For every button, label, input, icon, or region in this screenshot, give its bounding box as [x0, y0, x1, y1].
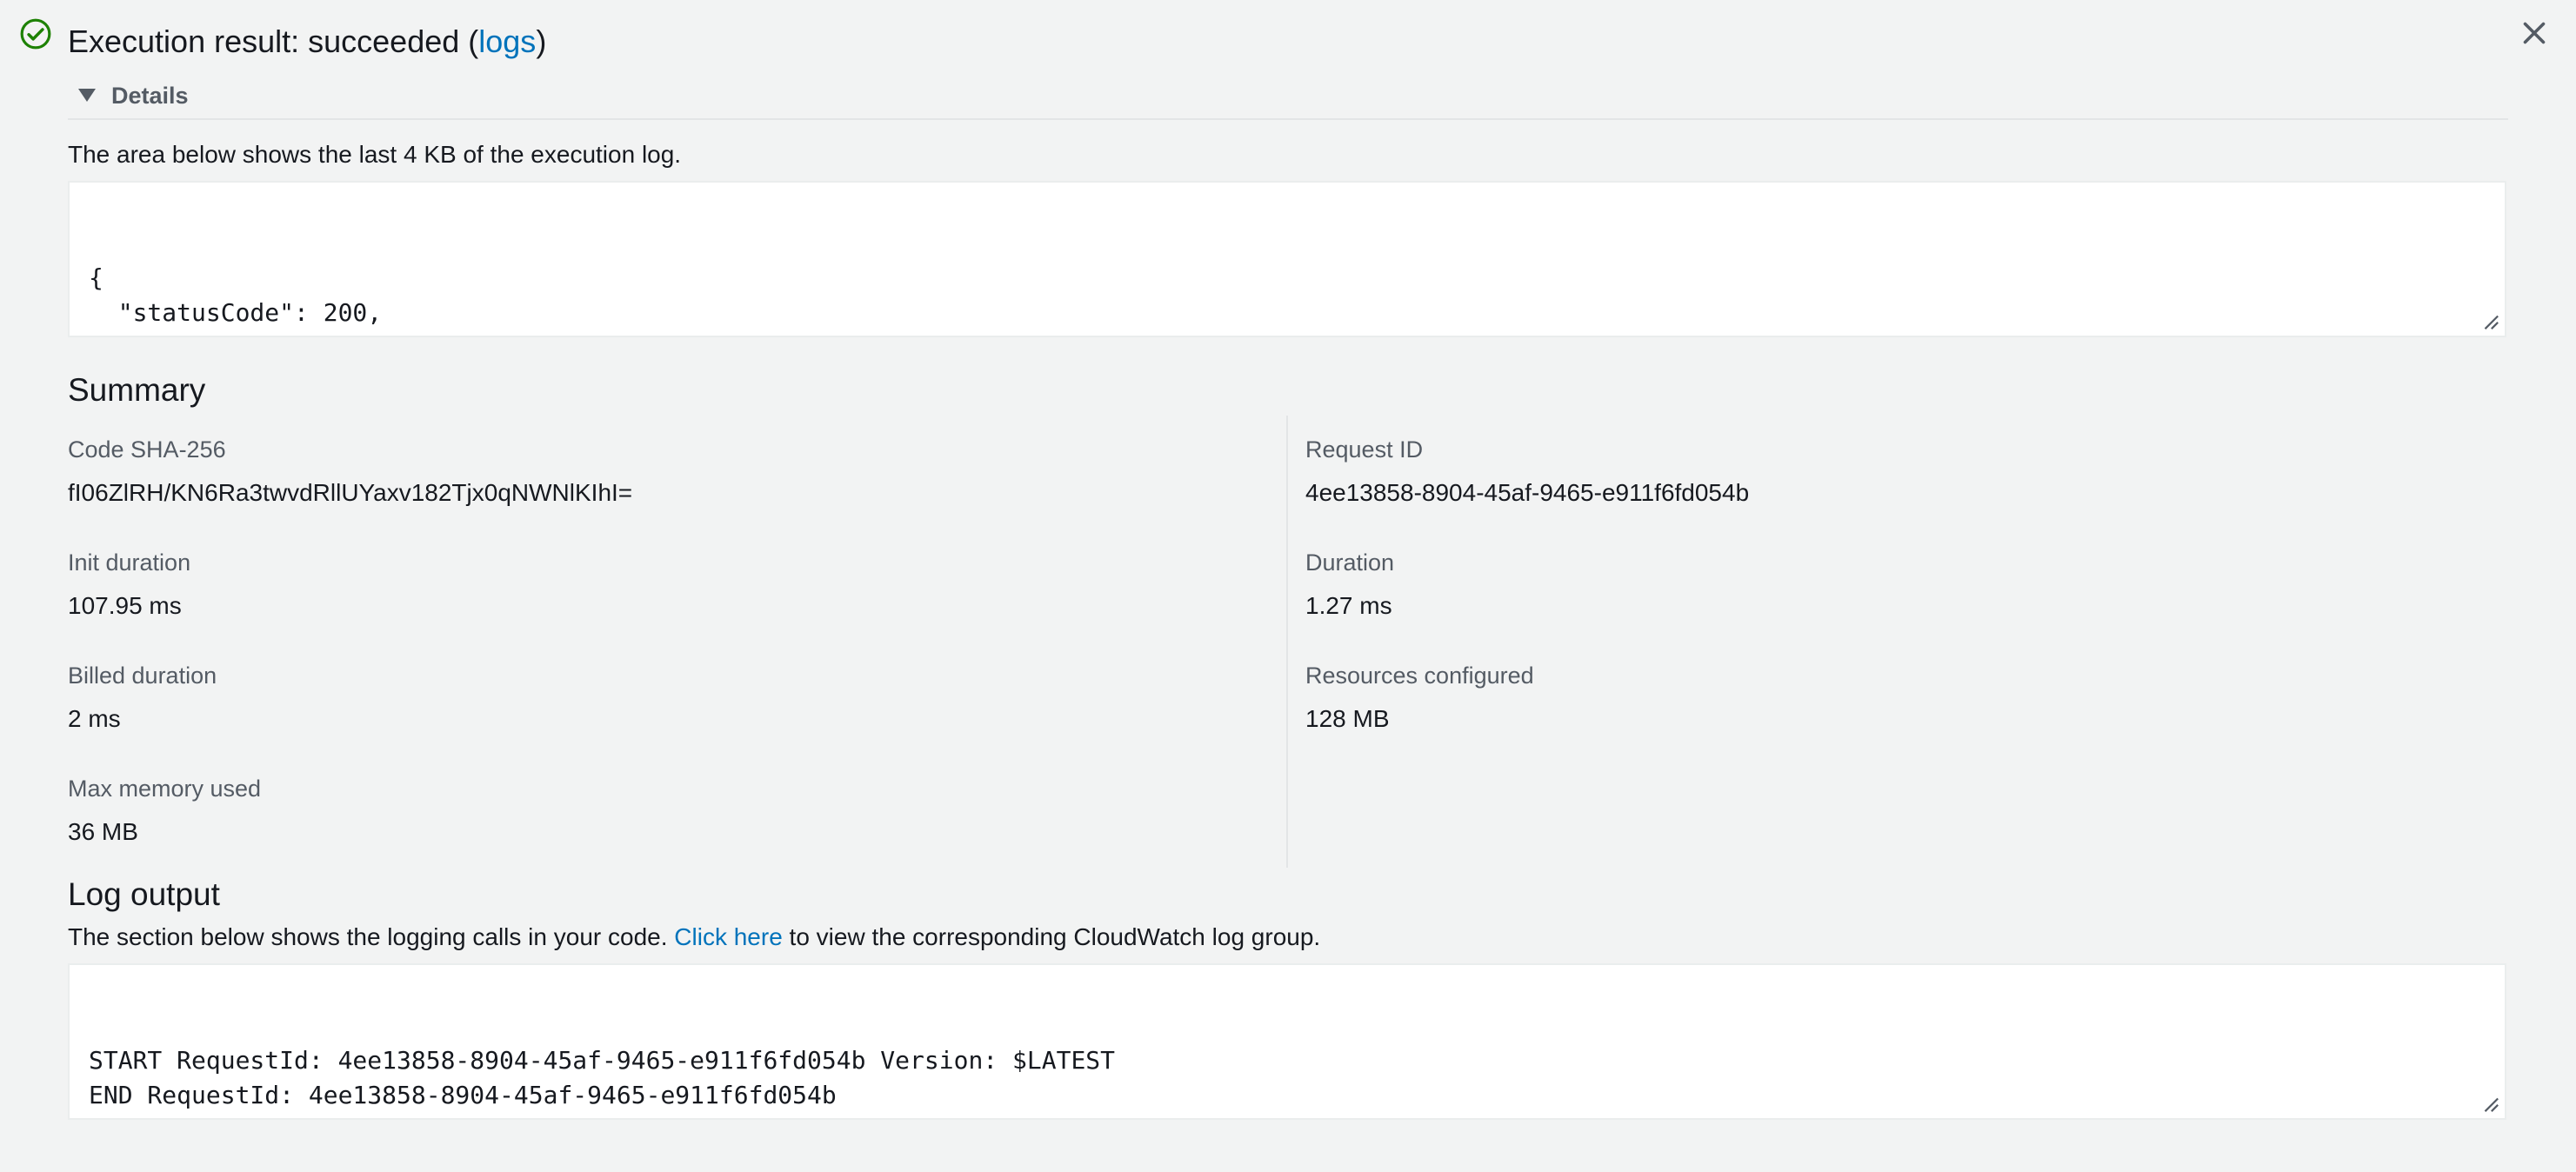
log-line: END RequestId: 4ee13858-8904-45af-9465-e… — [89, 1081, 837, 1109]
title-suffix: ) — [536, 23, 547, 59]
execution-result-textarea[interactable]: { "statusCode": 200, "body": "\"Hello fr… — [68, 181, 2506, 337]
details-note: The area below shows the last 4 KB of th… — [68, 141, 682, 168]
logs-link[interactable]: logs — [478, 23, 536, 59]
max-memory-label: Max memory used — [68, 776, 262, 802]
billed-duration-label: Billed duration — [68, 663, 217, 689]
resize-handle-icon[interactable] — [2480, 311, 2499, 330]
details-label: Details — [111, 82, 189, 109]
log-output-textarea[interactable]: START RequestId: 4ee13858-8904-45af-9465… — [68, 963, 2506, 1120]
log-note-prefix: The section below shows the logging call… — [68, 923, 675, 950]
resize-handle-icon[interactable] — [2480, 1094, 2499, 1113]
log-output-title: Log output — [68, 876, 220, 912]
resources-configured-label: Resources configured — [1305, 663, 1534, 689]
log-text: START RequestId: 4ee13858-8904-45af-9465… — [89, 1043, 2486, 1118]
max-memory-value: 36 MB — [68, 818, 138, 845]
init-duration-value: 107.95 ms — [68, 592, 182, 619]
init-duration-label: Init duration — [68, 549, 191, 576]
log-note-suffix: to view the corresponding CloudWatch log… — [782, 923, 1321, 950]
request-id-label: Request ID — [1305, 436, 1424, 463]
caret-down-icon — [78, 89, 96, 102]
billed-duration-value: 2 ms — [68, 705, 121, 732]
result-text: { "statusCode": 200, "body": "\"Hello fr… — [89, 261, 2486, 336]
cloudwatch-link[interactable]: Click here — [674, 923, 782, 950]
details-divider — [68, 118, 2508, 120]
summary-column-divider — [1286, 416, 1288, 868]
check-circle-icon — [20, 18, 51, 50]
details-toggle[interactable]: Details — [77, 80, 189, 111]
execution-result-title: Execution result: succeeded (logs) — [68, 19, 546, 64]
code-sha-value: fI06ZlRH/KN6Ra3twvdRllUYaxv182Tjx0qNWNlK… — [68, 479, 633, 506]
resources-configured-value: 128 MB — [1305, 705, 1390, 732]
request-id-value: 4ee13858-8904-45af-9465-e911f6fd054b — [1305, 479, 1750, 506]
duration-label: Duration — [1305, 549, 1395, 576]
result-line: "body": "\"Hello from Lambda!\"" — [89, 330, 2486, 336]
duration-value: 1.27 ms — [1305, 592, 1392, 619]
log-line: REPORT RequestId: 4ee13858-8904-45af-946… — [89, 1113, 2486, 1118]
result-line: "statusCode": 200, — [89, 298, 383, 327]
title-prefix: Execution result: succeeded ( — [68, 23, 479, 59]
code-sha-label: Code SHA-256 — [68, 436, 226, 463]
log-output-note: The section below shows the logging call… — [68, 920, 1320, 955]
log-line: START RequestId: 4ee13858-8904-45af-9465… — [89, 1046, 1116, 1075]
summary-title: Summary — [68, 372, 206, 408]
result-line: { — [89, 263, 103, 292]
close-icon[interactable] — [2519, 17, 2550, 49]
